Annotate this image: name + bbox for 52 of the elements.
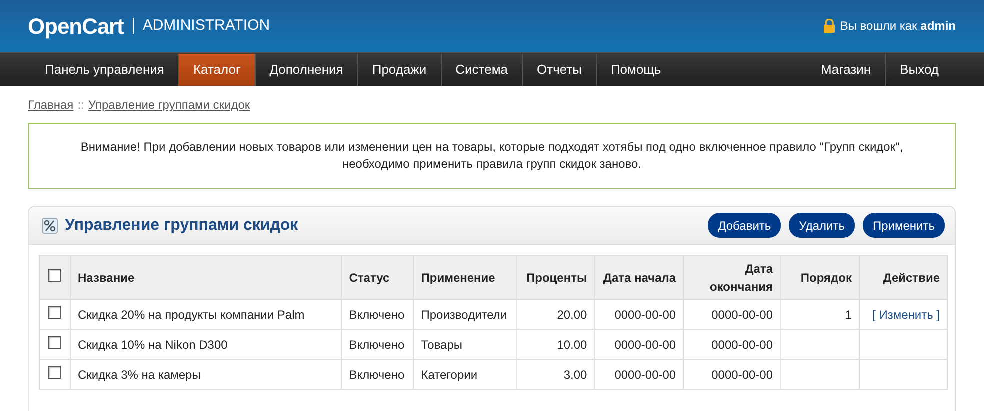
nav-item[interactable]: Дополнения xyxy=(256,54,358,86)
nav-item[interactable]: Магазин xyxy=(806,54,886,86)
table-cell: 3.00 xyxy=(564,368,588,382)
action-button[interactable]: Применить xyxy=(862,213,945,238)
nav-item[interactable]: Отчеты xyxy=(523,54,597,86)
table-cell: Скидка 3% на камеры xyxy=(78,368,201,382)
table-cell: Товары xyxy=(421,338,463,352)
login-status: Вы вошли как admin xyxy=(840,18,956,35)
table-cell: Включено xyxy=(349,308,405,322)
warning-message: Внимание! При добавлении новых товаров или изменении цен на товары, которые подходят хотябы под одно включенное правило "Групп скидок", необходимо применить правила групп скидок заново. xyxy=(28,123,956,189)
checkbox[interactable] xyxy=(48,366,62,378)
column-header: Название xyxy=(78,270,135,284)
nav-item[interactable]: Помощь xyxy=(596,54,676,86)
table-cell: 1 xyxy=(845,308,852,322)
action-button[interactable]: Добавить xyxy=(708,213,782,238)
panel-title: Управление группами скидок xyxy=(65,216,298,236)
column-header: Применение xyxy=(421,270,496,284)
table-cell: Скидка 10% на Nikon D300 xyxy=(78,338,228,352)
nav-item[interactable]: Выход xyxy=(886,54,953,86)
column-header: Дата начала xyxy=(603,270,676,284)
nav-item[interactable]: Каталог xyxy=(179,54,256,86)
column-header: Проценты xyxy=(526,270,588,284)
table-cell: 0000-00-00 xyxy=(614,368,676,382)
breadcrumb-link[interactable]: Главная xyxy=(28,96,74,114)
checkbox[interactable] xyxy=(48,268,62,282)
header-subtitle: ADMINISTRATION xyxy=(142,16,270,36)
table-cell: Включено xyxy=(349,368,405,382)
table-cell: Скидка 20% на продукты компании Palm xyxy=(78,308,305,322)
table-cell: 0000-00-00 xyxy=(614,338,676,352)
table-cell: 20.00 xyxy=(557,308,588,322)
nav-item[interactable]: Продажи xyxy=(358,54,442,86)
table-cell: 10.00 xyxy=(557,338,588,352)
column-header: Действие xyxy=(883,270,940,284)
column-header: Порядок xyxy=(800,270,852,284)
action-button[interactable]: Удалить xyxy=(789,213,855,238)
logo[interactable]: OpenCart xyxy=(28,10,124,42)
table-cell: 0000-00-00 xyxy=(712,338,774,352)
checkbox[interactable] xyxy=(48,306,62,318)
breadcrumb-separator: :: xyxy=(78,97,84,114)
table-cell: Производители xyxy=(421,308,508,322)
column-header: Статус xyxy=(349,270,390,284)
breadcrumb-link[interactable]: Управление группами скидок xyxy=(88,96,250,114)
lock-icon xyxy=(823,19,836,33)
table-cell: 0000-00-00 xyxy=(712,368,774,382)
table-cell: 0000-00-00 xyxy=(614,308,676,322)
percent-icon xyxy=(42,218,58,234)
column-header: Дата окончания xyxy=(710,262,774,294)
table-cell: Включено xyxy=(349,338,405,352)
checkbox[interactable] xyxy=(48,336,62,348)
nav-item[interactable]: Система xyxy=(442,54,523,86)
table-cell: Категории xyxy=(421,368,478,382)
table-cell: 0000-00-00 xyxy=(712,308,774,322)
